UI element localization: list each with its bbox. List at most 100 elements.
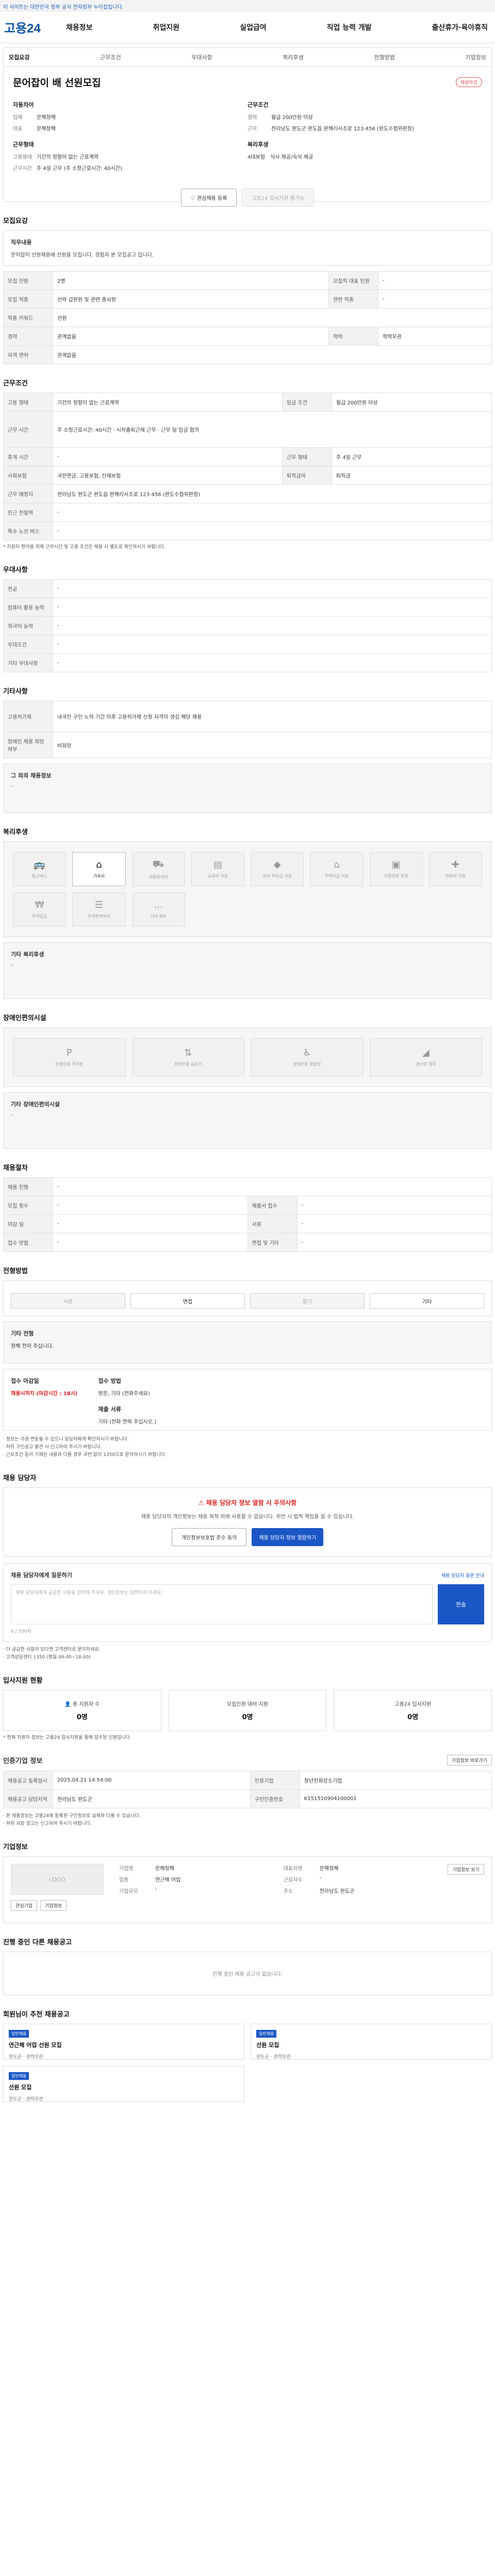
cell-label: 모집 직종 <box>3 290 53 309</box>
cell-value: 월급 200만원 이상 <box>331 393 492 412</box>
favorite-button[interactable]: ♡ 관심채용 등록 <box>180 189 237 207</box>
cell-value: 비희망 <box>53 732 492 758</box>
home-loan-icon: ⌂ <box>334 859 340 870</box>
label: 주소 <box>283 1889 293 1894</box>
question-guide-link[interactable]: 채용 담당자 질문 안내 <box>441 1572 484 1579</box>
question-counter: 0 / 500자 <box>11 1629 31 1634</box>
step-written: 필기 <box>250 1293 365 1309</box>
cell-label: 퇴직급여 <box>282 466 332 485</box>
note-line: · 더 궁금한 사항이 있다면 고객센터로 문의하세요. <box>3 1647 101 1652</box>
recommended-card[interactable]: 일반채용 선원 모집 완도군 · 경력무관 <box>3 2066 244 2102</box>
facility-item: ◢ 경사로 설치 <box>369 1038 482 1076</box>
value: 4대보험 <box>248 155 265 160</box>
benefit-label: 차량지원 운영 <box>384 874 408 878</box>
note-line: · 정보는 가끔 변동될 수 있으니 담당자에게 확인하시기 바랍니다. <box>3 1437 129 1442</box>
recommended-card[interactable]: 일반채용 연근해 어업 선원 모집 완도군 · 경력무관 <box>3 2024 244 2060</box>
card-meta: 완도군 · 경력무관 <box>9 2055 43 2060</box>
section-conditions: 근무조건 <box>3 380 28 387</box>
label: 근로자수 <box>283 1877 303 1883</box>
tab-company[interactable]: 기업정보 <box>465 53 486 61</box>
cell-label: 고용 형태 <box>3 393 53 412</box>
cell-label: 마감 일 <box>3 1214 53 1233</box>
view-contact-button[interactable]: 채용 담당자 정보 열람하기 <box>252 1528 324 1546</box>
benefit-label: 차량유지비 <box>148 874 168 879</box>
nav-unemployment-benefit[interactable]: 실업급여 <box>240 22 267 32</box>
other-jobs-empty: 진행 중인 채용 공고가 없습니다. <box>3 1952 492 1995</box>
policy-icon: ☰ <box>94 900 103 910</box>
conditions-note: * 지원자 편의를 위해 근무시간 및 고용 조건은 채용 시 별도로 확인하시… <box>3 545 166 550</box>
cell-value: - <box>53 598 492 617</box>
ramp-icon: ◢ <box>422 1047 430 1058</box>
cell-value: 관계없음 <box>52 327 329 346</box>
cell-value: - <box>378 290 492 309</box>
label: 대표 <box>13 126 23 132</box>
job-tabs: 모집요강 근무조건 우대사항 복리후생 전형방법 기업정보 <box>4 48 491 67</box>
label: 업종 <box>119 1877 129 1883</box>
nav-employment-support[interactable]: 취업지원 <box>153 22 180 32</box>
benefit-item: ₩ 우대임금 <box>13 892 67 926</box>
benefit-item: ⛟ 차량유지비 <box>131 852 185 886</box>
benefit-item: ☰ 우대정책복리 <box>72 892 126 926</box>
cell-label: 직종 키워드 <box>3 308 53 327</box>
company-view-button[interactable]: 기업정보 보기 <box>448 1864 485 1875</box>
benefit-label: 기숙사 <box>93 874 105 878</box>
note-line: · 본 채용정보는 고용24에 등록된 구인정보로 실제와 다를 수 있습니다. <box>3 1814 141 1819</box>
cell-label: 구인인증번호 <box>250 1789 300 1808</box>
company-detail-button[interactable]: 기업정보 <box>40 1900 67 1911</box>
benefits-box: 🚌 통근버스 ⌂ 기숙사 ⛟ 차량유지비 ▤ 교육비 지원 ◆ 자녀 학자금 지원 ⌂ 주택… <box>3 841 492 937</box>
value: 문해청해 <box>319 1866 339 1872</box>
benefit-label: 교육비 지원 <box>207 874 228 878</box>
warn-title: 채용 담당자 정보 열람 시 주의사항 <box>206 1499 297 1506</box>
cell-value: - <box>53 1214 248 1233</box>
cell-value: - <box>53 1233 248 1252</box>
note-line: · 허위 구인공고 발견 시 신고하여 주시기 바랍니다. <box>3 1445 102 1450</box>
nav-leave[interactable]: 출산휴가·육아휴직 <box>432 22 488 32</box>
applicant-note: * 현재 지원자 정보는 고용24 입사지원을 통해 접수된 인원입니다. <box>3 1735 131 1740</box>
card-tag: 일반채용 <box>9 2072 29 2080</box>
selection-box: 서류 면접 필기 기타 <box>3 1280 492 1316</box>
etc-table: 고용허가제 내국인 구인 노력 기간 이후 고용허가제 신청 자격이 생김 해당 … <box>3 701 492 758</box>
elevator-icon: ⇅ <box>184 1047 192 1058</box>
cell-label: 채용공고 등록일시 <box>3 1771 53 1790</box>
question-input[interactable]: 채용 담당자에게 궁금한 사항을 입력해 주세요. 개인정보는 입력하지 마세요… <box>11 1584 433 1624</box>
section-benefits: 복리후생 <box>3 828 28 836</box>
company-info-link-button[interactable]: 기업정보 바로가기 <box>447 1755 492 1766</box>
tab-benefits[interactable]: 복리후생 <box>283 53 303 61</box>
tab-requirements[interactable]: 모집요강 <box>9 53 29 61</box>
nav-jobs[interactable]: 채용정보 <box>66 22 93 32</box>
section-certified: 인증기업 정보 <box>3 1757 43 1765</box>
contact-alert: ⚠ 채용 담당자 정보 열람 시 주의사항 채용 담당자의 개인정보는 채용 목… <box>3 1487 492 1557</box>
stat-value: 0명 <box>76 1714 88 1721</box>
cell-value: 선원 <box>53 308 492 327</box>
nav-training[interactable]: 직업 능력 개발 <box>327 22 372 32</box>
stat-card: 모집인원 대비 지원 0명 <box>168 1690 327 1731</box>
value: - <box>155 1887 157 1892</box>
accessibility-other-text: - <box>11 1112 13 1118</box>
question-send-button[interactable]: 전송 <box>438 1584 484 1624</box>
cell-value: 학력무관 <box>378 327 492 346</box>
warn-text: 채용 담당자의 개인정보는 채용 목적 외에 사용할 수 없습니다. 위반 시 … <box>141 1514 354 1520</box>
apply-button[interactable]: 고용24 입사지원 불가능 <box>242 189 315 207</box>
privacy-agree-button[interactable]: 개인정보보호법 준수 동의 <box>171 1528 247 1546</box>
favorite-company-button[interactable]: 관심기업 <box>11 1900 38 1911</box>
benefit-label: 자녀 학자금 지원 <box>262 874 292 878</box>
cell-value: - <box>53 635 492 654</box>
etc-info-box: 그 외의 채용정보 - <box>3 764 492 813</box>
recommended-card[interactable]: 일반채용 선원 모집 완도군 · 경력무관 <box>251 2024 492 2060</box>
stat-card: 고용24 입사지원 0명 <box>334 1690 492 1731</box>
company-box: LOGO 관심기업 기업정보 기업명 문해청해 업종 연근해 어업 기업규모 - 대표… <box>3 1856 492 1923</box>
note-line: · 근로조건 등이 기재된 내용과 다를 경우 국번 없이 1350으로 문의하… <box>3 1452 167 1458</box>
etc-info-head: 그 외의 채용정보 <box>11 772 52 779</box>
job-summary: 모집요강 근무조건 우대사항 복리후생 전형방법 기업정보 문어잡이 배 선원모… <box>3 47 492 207</box>
step-documents: 서류 <box>11 1293 125 1309</box>
tab-selection[interactable]: 전형방법 <box>374 53 394 61</box>
label: 고용형태 <box>13 155 32 160</box>
label: 업체 <box>13 115 23 121</box>
tab-conditions[interactable]: 근무조건 <box>100 53 121 61</box>
site-logo[interactable]: 고용24 <box>4 18 66 36</box>
label: 기업규모 <box>119 1889 138 1894</box>
cell-value: - <box>378 271 492 290</box>
card-meta: 완도군 · 경력무관 <box>256 2055 291 2060</box>
house-icon: ⌂ <box>96 859 102 870</box>
tab-preferences[interactable]: 우대사항 <box>191 53 212 61</box>
